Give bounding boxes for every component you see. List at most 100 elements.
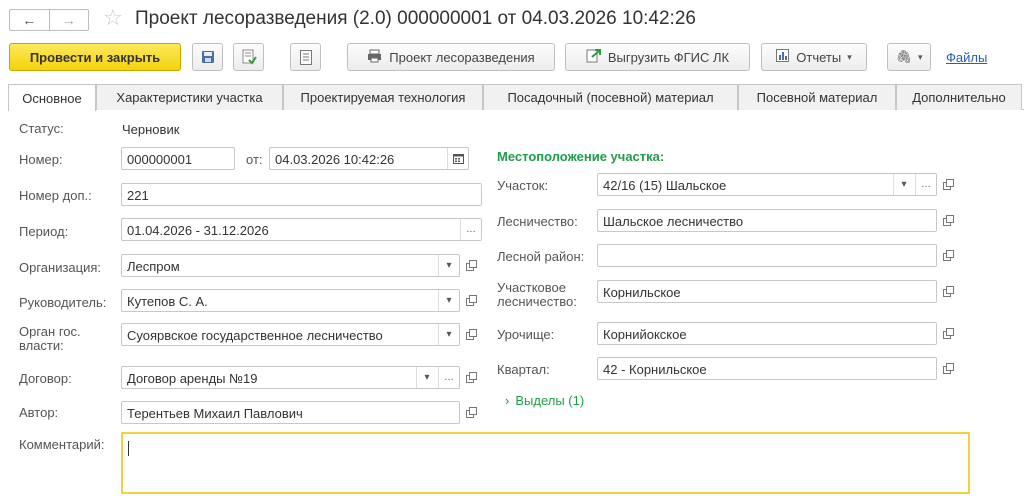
number-field[interactable]: 000000001 [121, 147, 235, 170]
chevron-down-icon: ▾ [917, 51, 923, 62]
post-document-icon [242, 49, 257, 65]
reports-menu-button[interactable]: Отчеты ▾ [761, 43, 867, 71]
text-cursor [128, 441, 129, 456]
tab-plot-characteristics[interactable]: Характеристики участка [96, 84, 283, 110]
allotments-label: Выделы (1) [515, 393, 585, 408]
head-value: Кутепов С. А. [127, 294, 208, 309]
ellipsis-icon[interactable]: … [438, 367, 459, 388]
subforestry-value: Корнильское [603, 285, 681, 300]
status-label: Статус: [19, 121, 64, 136]
open-icon[interactable] [461, 323, 482, 346]
plot-field[interactable]: 42/16 (15) Шальское ▾ … [597, 173, 937, 196]
chevron-down-icon: ▾ [847, 51, 852, 62]
star-icon[interactable]: ☆ [103, 6, 123, 30]
tract-value: Корнийокское [603, 327, 687, 342]
tab-planting-material[interactable]: Посадочный (посевной) материал [483, 84, 738, 110]
gov-authority-field[interactable]: Суоярвское государственное лесничество ▾ [121, 323, 460, 346]
print-project-label: Проект лесоразведения [389, 49, 535, 65]
open-icon[interactable] [461, 366, 482, 389]
chevron-down-icon[interactable]: ▾ [438, 290, 459, 311]
plot-value: 42/16 (15) Шальское [603, 178, 727, 193]
quarter-value: 42 - Корнильское [603, 362, 707, 377]
save-button[interactable] [192, 43, 223, 71]
gov-authority-label: Орган гос. власти: [19, 324, 81, 353]
period-value: 01.04.2026 - 31.12.2026 [127, 223, 269, 238]
period-field[interactable]: 01.04.2026 - 31.12.2026 … [121, 218, 482, 241]
tract-field: Корнийокское [597, 322, 937, 345]
comment-field[interactable] [121, 432, 970, 494]
contract-field[interactable]: Договор аренды №19 ▾ … [121, 366, 460, 389]
forest-district-label: Лесной район: [497, 249, 585, 264]
open-icon[interactable] [938, 209, 959, 232]
navigation-buttons: ← → [9, 9, 89, 31]
open-icon[interactable] [938, 244, 959, 267]
forward-arrow-icon[interactable]: → [48, 10, 89, 30]
forestry-value: Шальское лесничество [603, 214, 744, 229]
ellipsis-icon[interactable]: … [460, 219, 481, 240]
open-icon[interactable] [938, 173, 959, 196]
chevron-down-icon[interactable]: ▾ [416, 367, 437, 388]
tab-bar: Основное Характеристики участка Проектир… [8, 84, 1024, 111]
chevron-right-icon: › [505, 393, 510, 408]
date-field[interactable]: 04.03.2026 10:42:26 [269, 147, 469, 170]
organization-value: Леспром [127, 259, 180, 274]
date-label: от: [246, 152, 263, 167]
quarter-field: 42 - Корнильское [597, 357, 937, 380]
export-fgis-button[interactable]: Выгрузить ФГИС ЛК [565, 43, 750, 71]
organization-field[interactable]: Леспром ▾ [121, 254, 460, 277]
attachments-button[interactable]: 🖇 ▾ [887, 43, 931, 71]
author-field: Терентьев Михаил Павлович [121, 401, 460, 424]
subforestry-field: Корнильское [597, 280, 937, 303]
subforestry-label: Участковое лесничество: [497, 280, 577, 309]
calendar-icon[interactable] [447, 148, 468, 169]
author-value: Терентьев Михаил Павлович [127, 406, 303, 421]
print-project-button[interactable]: Проект лесоразведения [347, 43, 555, 71]
additional-number-field[interactable]: 221 [121, 183, 482, 206]
chevron-down-icon[interactable]: ▾ [893, 174, 914, 195]
paperclip-icon: 🖇 [895, 49, 912, 64]
tab-main[interactable]: Основное [8, 84, 96, 111]
contract-label: Договор: [19, 371, 72, 386]
export-icon [586, 48, 601, 66]
head-field[interactable]: Кутепов С. А. ▾ [121, 289, 460, 312]
title-bar: ← → ☆ Проект лесоразведения (2.0) 000000… [0, 0, 1024, 40]
open-icon[interactable] [938, 280, 959, 303]
printer-icon [367, 49, 382, 66]
files-link[interactable]: Файлы [946, 50, 987, 65]
tab-seed-material[interactable]: Посевной материал [738, 84, 896, 110]
gov-authority-value: Суоярвское государственное лесничество [127, 328, 383, 343]
forestry-label: Лесничество: [497, 214, 578, 229]
open-icon[interactable] [461, 289, 482, 312]
head-label: Руководитель: [19, 295, 107, 310]
reports-label: Отчеты [796, 49, 842, 65]
plot-label: Участок: [497, 178, 549, 193]
period-label: Период: [19, 224, 69, 239]
open-icon[interactable] [461, 254, 482, 277]
status-value: Черновик [122, 122, 180, 137]
number-label: Номер: [19, 152, 63, 167]
document-list-button[interactable] [290, 43, 321, 71]
open-icon[interactable] [461, 401, 482, 424]
open-icon[interactable] [938, 322, 959, 345]
post-and-close-button[interactable]: Провести и закрыть [9, 43, 181, 71]
tab-projected-technology[interactable]: Проектируемая технология [283, 84, 483, 110]
tract-label: Урочище: [497, 327, 555, 342]
date-value: 04.03.2026 10:42:26 [275, 152, 395, 167]
number-value: 000000001 [127, 152, 193, 167]
page-title: Проект лесоразведения (2.0) 000000001 от… [135, 8, 696, 29]
tab-additional[interactable]: Дополнительно [896, 84, 1022, 110]
contract-value: Договор аренды №19 [127, 371, 258, 386]
additional-number-label: Номер доп.: [19, 188, 92, 203]
report-icon [776, 49, 790, 65]
chevron-down-icon[interactable]: ▾ [438, 324, 459, 345]
location-section-title: Местоположение участка: [497, 149, 665, 164]
chevron-down-icon[interactable]: ▾ [438, 255, 459, 276]
list-icon [299, 49, 312, 65]
post-button[interactable] [233, 43, 264, 71]
allotments-group[interactable]: › Выделы (1) [505, 393, 584, 408]
ellipsis-icon[interactable]: … [915, 174, 936, 195]
back-arrow-icon[interactable]: ← [10, 10, 49, 30]
additional-number-value: 221 [127, 188, 149, 203]
toolbar: Провести и закрыть Проект лесоразведения… [0, 43, 1024, 73]
open-icon[interactable] [938, 357, 959, 380]
